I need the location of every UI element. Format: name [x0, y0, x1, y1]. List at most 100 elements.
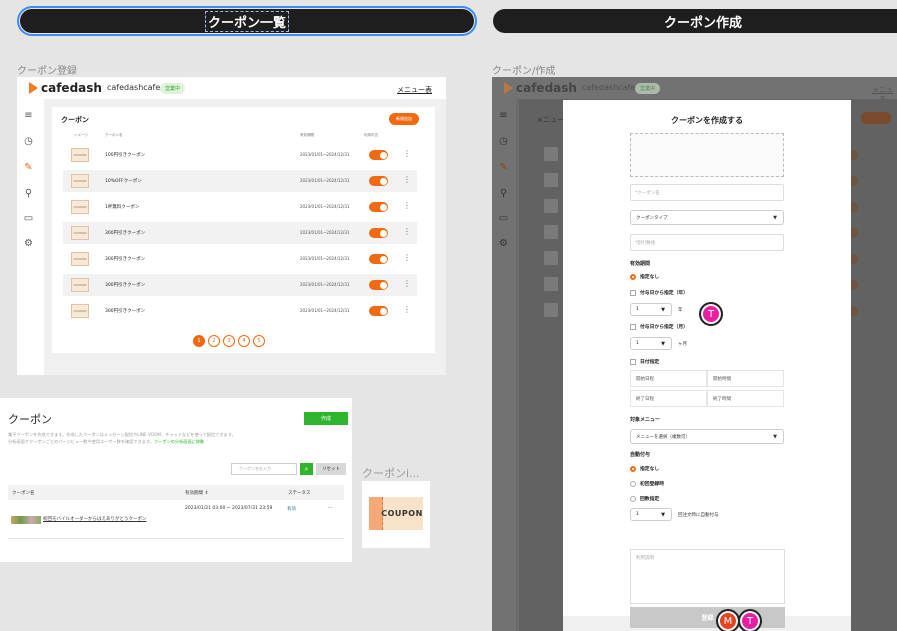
- gear-icon[interactable]: ⚙: [23, 238, 34, 249]
- more-icon[interactable]: ⋮: [403, 279, 411, 288]
- target-menu-select[interactable]: メニューを選択（複数可）: [630, 429, 784, 444]
- coupon-type-select[interactable]: クーポンタイプ: [630, 210, 784, 225]
- auto-grant-first-radio[interactable]: 初回登録時: [630, 480, 664, 487]
- years-select[interactable]: 1: [630, 303, 672, 316]
- sidebar: ≡ ◷ ✎ ⚲ ▭ ⚙: [492, 99, 516, 631]
- dimmed-thumb: [544, 173, 558, 187]
- coupon-thumbnail: COUPON: [71, 226, 89, 240]
- create-button[interactable]: 作成: [304, 412, 348, 425]
- auto-grant-none-radio[interactable]: 指定なし: [630, 465, 659, 472]
- table-row[interactable]: COUPON 10%OFFクーポン 2023/01/01~2024/12/31 …: [63, 170, 417, 192]
- discount-input[interactable]: *割引数値: [630, 234, 784, 251]
- more-icon[interactable]: ⋮: [403, 175, 411, 184]
- validity-months-checkbox[interactable]: 付与日から指定（月）: [630, 323, 688, 330]
- reset-button[interactable]: リセット: [316, 463, 346, 475]
- coupon-thumbnail: [11, 516, 41, 524]
- enable-toggle[interactable]: [369, 176, 388, 186]
- coupon-create-frame: cafedash cafedashcafe 営業中 メニュー表 ≡ ◷ ✎ ⚲ …: [492, 77, 897, 631]
- months-unit: ヶ月: [678, 342, 687, 347]
- table-row[interactable]: COUPON 1杯無料クーポン 2023/01/01~2024/12/31 ⋮: [63, 196, 417, 218]
- start-time-input[interactable]: 開始時間: [707, 370, 784, 387]
- enable-toggle[interactable]: [369, 306, 388, 316]
- validity-none-radio[interactable]: 指定なし: [630, 273, 659, 280]
- auto-grant-count-radio[interactable]: 回数指定: [630, 495, 659, 502]
- table-row[interactable]: COUPON 300円引きクーポン 2023/01/01~2024/12/31 …: [63, 274, 417, 296]
- create-coupon-modal: クーポンを作成する *クーポン名 クーポンタイプ *割引数値 有効期間 指定なし…: [563, 100, 851, 631]
- frame-label-registration[interactable]: クーポン登録: [17, 62, 77, 77]
- menu-icon[interactable]: ≡: [498, 110, 509, 121]
- table-row[interactable]: COUPON 300円引きクーポン 2023/01/01~2024/12/31 …: [63, 222, 417, 244]
- more-icon[interactable]: ⋮: [403, 305, 411, 314]
- enable-toggle[interactable]: [369, 280, 388, 290]
- section-title-coupon-list[interactable]: クーポン一覧: [17, 6, 477, 36]
- end-date-input[interactable]: 終了日程: [630, 390, 707, 407]
- section-title-coupon-create[interactable]: クーポン作成: [493, 9, 897, 33]
- enable-toggle[interactable]: [369, 150, 388, 160]
- search-input[interactable]: クーポン名を入力: [231, 463, 297, 475]
- page-4-button[interactable]: 4: [238, 335, 250, 347]
- brand-logo: cafedash: [504, 81, 577, 95]
- end-time-input[interactable]: 終了時間: [707, 390, 784, 407]
- search-icon: ⌕: [304, 464, 309, 473]
- new-coupon-button[interactable]: 新規追加: [389, 113, 419, 125]
- coupon-period: 2023/01/01~2024/12/31: [300, 230, 350, 235]
- usage-description-textarea[interactable]: 利用説明: [630, 549, 785, 604]
- menu-link[interactable]: メニュー表: [397, 85, 432, 95]
- more-icon[interactable]: ⋮: [403, 149, 411, 158]
- coupon-name: 300円引きクーポン: [105, 257, 146, 262]
- page-2-button[interactable]: 2: [208, 335, 220, 347]
- more-icon[interactable]: ⋮: [403, 227, 411, 236]
- row-divider: [8, 538, 344, 539]
- modal-title: クーポンを作成する: [671, 116, 743, 125]
- page-1-button[interactable]: 1: [193, 335, 205, 347]
- user-icon[interactable]: ⚲: [23, 188, 34, 199]
- menu-icon[interactable]: ≡: [23, 110, 34, 121]
- frame-label-coupon-create[interactable]: クーポン/作成: [492, 62, 555, 77]
- edit-icon[interactable]: ✎: [23, 162, 34, 173]
- analytics-link[interactable]: クーポンの分析画面に移動: [154, 439, 204, 444]
- line-coupon-frame: クーポン 作成 電子クーポンを作成できます。作成したクーポンはメッセージ配信やL…: [0, 398, 352, 562]
- table-row[interactable]: COUPON 100円引きクーポン 2023/01/01~2024/12/31 …: [63, 144, 417, 166]
- new-coupon-button: [861, 112, 891, 124]
- coupon-name-input[interactable]: *クーポン名: [630, 184, 784, 201]
- dimmed-thumb: [544, 147, 558, 161]
- sort-icon: ⇕: [204, 491, 209, 496]
- count-select[interactable]: 1: [630, 508, 672, 521]
- main-content: クーポン 新規追加 イメージ クーポン名 有効期間 利用可否 COUPON 10…: [44, 99, 446, 375]
- user-icon[interactable]: ⚲: [498, 188, 509, 199]
- clock-icon[interactable]: ◷: [498, 136, 509, 147]
- months-select[interactable]: 1: [630, 337, 672, 350]
- collaborator-avatar-t[interactable]: T: [738, 609, 762, 631]
- submit-button[interactable]: 登録: [630, 607, 785, 628]
- collaborator-avatar-t[interactable]: T: [699, 302, 723, 326]
- clock-icon[interactable]: ◷: [23, 136, 34, 147]
- monitor-icon[interactable]: ▭: [23, 213, 34, 224]
- more-icon[interactable]: ⋮: [403, 201, 411, 210]
- more-icon[interactable]: ⋮: [403, 253, 411, 262]
- validity-years-checkbox[interactable]: 付与日から指定（年）: [630, 289, 688, 296]
- coupon-name-link[interactable]: 初回モバイルオーダーからはえありがとうクーポン: [43, 516, 147, 522]
- enable-toggle[interactable]: [369, 254, 388, 264]
- enable-toggle[interactable]: [369, 228, 388, 238]
- more-icon[interactable]: ···: [328, 506, 332, 511]
- enable-toggle[interactable]: [369, 202, 388, 212]
- coupon-thumbnail: COUPON: [71, 304, 89, 318]
- page-3-button[interactable]: 3: [223, 335, 235, 347]
- edit-icon[interactable]: ✎: [498, 162, 509, 173]
- image-upload-area[interactable]: [630, 133, 784, 177]
- gear-icon[interactable]: ⚙: [498, 238, 509, 249]
- table-row[interactable]: COUPON 300円引きクーポン 2023/01/01~2024/12/31 …: [63, 300, 417, 322]
- start-date-input[interactable]: 開始日程: [630, 370, 707, 387]
- validity-date-checkbox[interactable]: 日付指定: [630, 358, 659, 365]
- column-header-period[interactable]: 有効期間 ⇕: [185, 490, 208, 496]
- table-row[interactable]: COUPON 300円引きクーポン 2023/01/01~2024/12/31 …: [63, 248, 417, 270]
- page-5-button[interactable]: 5: [253, 335, 265, 347]
- search-button[interactable]: ⌕: [300, 463, 313, 475]
- frame-label-coupon-image[interactable]: クーポンi...: [362, 465, 420, 481]
- coupon-period: 2023/01/01~2024/12/31: [300, 204, 350, 209]
- auto-grant-label: 自動付与: [630, 452, 651, 458]
- monitor-icon[interactable]: ▭: [498, 213, 509, 224]
- coupon-period: 2023/01/01~2024/12/31: [300, 282, 350, 287]
- app-header: cafedash cafedashcafe 営業中 メニュー表: [17, 77, 446, 99]
- collaborator-avatar-m[interactable]: M: [716, 609, 740, 631]
